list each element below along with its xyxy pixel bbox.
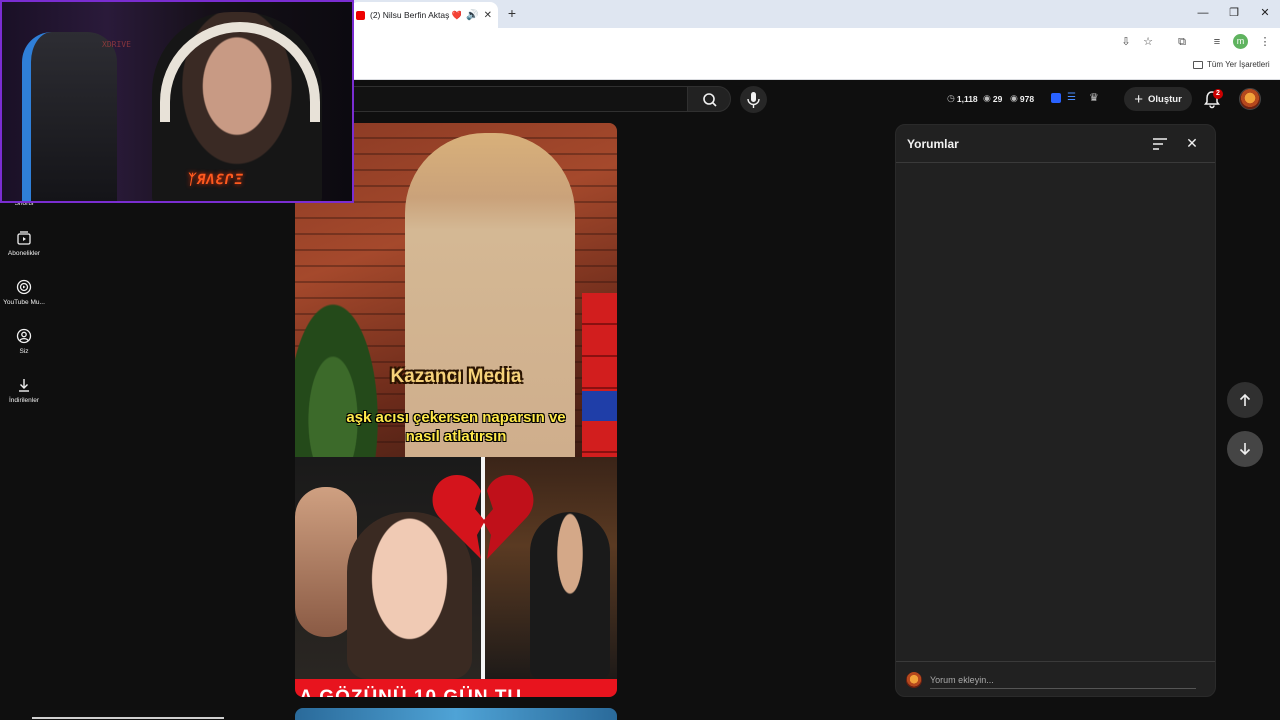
account-icon bbox=[16, 328, 32, 344]
video-lower-frame: A GÖZÜNÜ 10 GÜN TU bbox=[295, 457, 617, 697]
comments-title: Yorumlar bbox=[907, 137, 959, 151]
next-short-button[interactable] bbox=[1227, 431, 1263, 467]
video-brand-caption: Kazancı Media bbox=[390, 366, 522, 387]
eye-icon: ◉ bbox=[983, 93, 991, 103]
neon-sign-text: ᛉЯΛԐՐΞ bbox=[185, 172, 246, 188]
subscriptions-icon bbox=[17, 231, 31, 245]
arrow-up-icon bbox=[1239, 393, 1251, 406]
install-app-icon[interactable]: ⇩ bbox=[1117, 33, 1135, 51]
comments-panel: Yorumlar ✕ bbox=[895, 124, 1216, 697]
download-icon bbox=[19, 379, 29, 392]
video-title-banner: A GÖZÜNÜ 10 GÜN TU bbox=[295, 679, 617, 697]
sidebar-item-label: İndirilenler bbox=[9, 397, 39, 404]
bookmark-star-icon[interactable]: ☆ bbox=[1139, 33, 1157, 51]
stat-watch-time: ◷ 1,118 bbox=[947, 93, 978, 104]
all-bookmarks-label: Tüm Yer İşaretleri bbox=[1207, 60, 1270, 69]
sidebar-item-label: Abonelikler bbox=[7, 250, 41, 257]
comments-header: Yorumlar ✕ bbox=[896, 125, 1215, 163]
extensions-icon[interactable]: ⧉ bbox=[1173, 33, 1191, 51]
arrow-down-icon bbox=[1239, 443, 1251, 456]
reading-list-icon[interactable]: ≡ bbox=[1208, 33, 1226, 51]
eye-icon: ◉ bbox=[1010, 93, 1018, 103]
stat-viewers: ◉ 29 bbox=[983, 93, 1002, 104]
shorts-video-player[interactable]: Kazancı Media aşk acısı çekersen naparsı… bbox=[295, 123, 617, 697]
sort-icon[interactable] bbox=[1152, 137, 1168, 151]
clock-icon: ◷ bbox=[947, 93, 955, 103]
close-icon[interactable]: ✕ bbox=[1184, 135, 1200, 151]
browser-tab[interactable]: (2) Nilsu Berfin Aktaş ❤️ A 🔊 ✕ bbox=[350, 2, 498, 28]
tab-close-icon[interactable]: ✕ bbox=[484, 10, 492, 21]
new-tab-button[interactable]: + bbox=[503, 4, 521, 22]
comment-composer bbox=[896, 661, 1215, 697]
extension-badge-icon[interactable] bbox=[1051, 93, 1061, 103]
stat-value: 978 bbox=[1019, 93, 1035, 104]
sidebar-item-youtube-music[interactable]: YouTube Mu... bbox=[0, 279, 48, 306]
man-figure bbox=[530, 512, 610, 679]
search-input[interactable] bbox=[340, 86, 688, 112]
video-subtitle-line2: nasıl atlatırsın bbox=[405, 428, 507, 445]
search-icon bbox=[703, 93, 717, 107]
sidebar-item-subscriptions[interactable]: Abonelikler bbox=[0, 230, 48, 257]
chair-brand-text: XDRIVE bbox=[102, 40, 131, 49]
sidebar-item-you[interactable]: Siz bbox=[0, 328, 48, 355]
browser-menu-icon[interactable]: ⋮ bbox=[1256, 33, 1274, 51]
video-subtitle-line1: aşk acısı çekersen naparsın ve bbox=[346, 409, 566, 426]
plus-icon: + bbox=[1134, 90, 1143, 108]
microphone-icon bbox=[747, 92, 760, 108]
sidebar-item-downloads[interactable]: İndirilenler bbox=[0, 377, 48, 404]
comment-input[interactable] bbox=[930, 671, 1196, 689]
close-window-button[interactable]: ✕ bbox=[1255, 5, 1275, 21]
all-bookmarks-button[interactable]: Tüm Yer İşaretleri bbox=[1193, 60, 1270, 69]
youtube-music-icon bbox=[16, 279, 32, 295]
minimize-button[interactable]: — bbox=[1193, 5, 1213, 21]
create-button[interactable]: + Oluştur bbox=[1124, 87, 1192, 111]
stat-views: ◉ 978 bbox=[1010, 93, 1034, 104]
broken-heart-icon bbox=[432, 475, 534, 559]
previous-short-button[interactable] bbox=[1227, 382, 1263, 418]
banner-text: A GÖZÜNÜ 10 GÜN TU bbox=[299, 687, 522, 697]
browser-profile-avatar[interactable]: m bbox=[1233, 34, 1248, 49]
streamer-webcam: XDRIVE ᛉЯΛԐՐΞ bbox=[0, 0, 354, 203]
next-shorts-preview[interactable] bbox=[295, 708, 617, 720]
trophy-icon[interactable]: ♛ bbox=[1089, 91, 1099, 104]
search-button[interactable] bbox=[687, 86, 731, 112]
voice-search-button[interactable] bbox=[740, 86, 767, 113]
stat-value: 1,118 bbox=[956, 93, 978, 104]
youtube-favicon-icon bbox=[356, 10, 365, 20]
progress-line bbox=[32, 717, 224, 719]
sidebar-item-label: YouTube Mu... bbox=[3, 299, 45, 306]
avatar bbox=[906, 672, 922, 688]
notification-count-badge: 2 bbox=[1213, 89, 1223, 99]
restore-button[interactable]: ❐ bbox=[1224, 5, 1244, 21]
folder-icon bbox=[1193, 60, 1203, 69]
stat-value: 29 bbox=[992, 93, 1003, 104]
sidebar-item-label: Siz bbox=[19, 348, 29, 355]
create-label: Oluştur bbox=[1147, 93, 1182, 105]
gaming-chair bbox=[22, 32, 117, 201]
chat-extension-icon[interactable]: ☰ bbox=[1067, 92, 1076, 103]
browser-tab-title: (2) Nilsu Berfin Aktaş ❤️ A bbox=[370, 9, 462, 20]
speaker-icon[interactable]: 🔊 bbox=[466, 10, 478, 21]
user-avatar[interactable] bbox=[1239, 88, 1261, 110]
